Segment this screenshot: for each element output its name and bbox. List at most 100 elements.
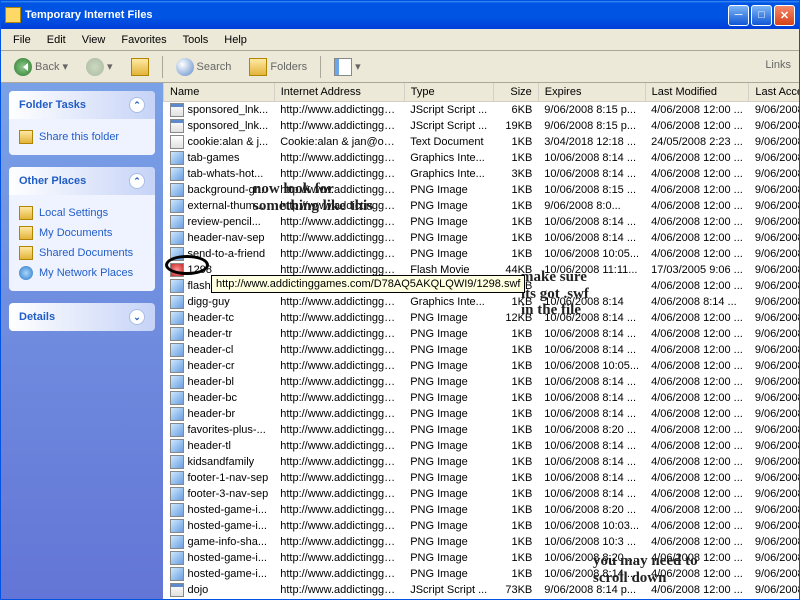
file-icon — [170, 583, 184, 597]
minimize-button[interactable]: ─ — [728, 5, 749, 26]
panel-details: Details⌄ — [9, 303, 155, 331]
column-header[interactable]: Type — [404, 83, 493, 102]
forward-icon — [86, 58, 104, 76]
separator — [162, 56, 163, 78]
file-row[interactable]: header-nav-sephttp://www.addictinggames.… — [164, 230, 800, 246]
back-icon — [14, 58, 32, 76]
file-icon — [170, 375, 184, 389]
file-row[interactable]: footer-1-nav-sephttp://www.addictinggame… — [164, 470, 800, 486]
views-icon — [334, 58, 352, 76]
titlebar[interactable]: Temporary Internet Files ─ □ ✕ — [1, 1, 799, 29]
other-place-link[interactable]: Local Settings — [19, 203, 145, 223]
menu-favorites[interactable]: Favorites — [113, 32, 174, 48]
folders-button[interactable]: Folders — [242, 54, 314, 80]
file-row[interactable]: cookie:alan & j...Cookie:alan & jan@over… — [164, 134, 800, 150]
other-place-link[interactable]: My Documents — [19, 223, 145, 243]
file-row[interactable]: header-tchttp://www.addictinggames.co...… — [164, 310, 800, 326]
file-icon — [170, 391, 184, 405]
panel-other-places: Other Places⌃ Local SettingsMy Documents… — [9, 167, 155, 291]
panel-header[interactable]: Folder Tasks⌃ — [9, 91, 155, 119]
file-row[interactable]: header-bchttp://www.addictinggames.co...… — [164, 390, 800, 406]
column-header[interactable]: Last Modified — [645, 83, 749, 102]
search-button[interactable]: Search — [169, 54, 239, 80]
forward-button[interactable]: ▾ — [79, 54, 120, 80]
file-row[interactable]: hosted-game-i...http://www.addictinggame… — [164, 518, 800, 534]
links-label[interactable]: Links — [765, 59, 791, 71]
file-icon — [170, 311, 184, 325]
menu-view[interactable]: View — [74, 32, 114, 48]
file-icon — [170, 103, 184, 117]
file-icon — [170, 263, 184, 277]
file-icon — [170, 487, 184, 501]
file-row[interactable]: header-blhttp://www.addictinggames.co...… — [164, 374, 800, 390]
file-icon — [170, 199, 184, 213]
file-icon — [170, 231, 184, 245]
toolbar: Back ▾ ▾ Search Folders ▾ Links — [1, 51, 799, 83]
menu-tools[interactable]: Tools — [175, 32, 217, 48]
file-icon — [170, 295, 184, 309]
file-row[interactable]: background-gr...http://www.addictinggame… — [164, 182, 800, 198]
file-row[interactable]: header-crhttp://www.addictinggames.co...… — [164, 358, 800, 374]
file-row[interactable]: tab-whats-hot...http://www.addictinggame… — [164, 166, 800, 182]
chevron-up-icon: ⌃ — [129, 97, 145, 113]
menu-help[interactable]: Help — [216, 32, 255, 48]
file-row[interactable]: dojohttp://www.addictinggames.co...JScri… — [164, 582, 800, 598]
file-row[interactable]: review-pencil...http://www.addictinggame… — [164, 214, 800, 230]
file-row[interactable]: footer-3-nav-sephttp://www.addictinggame… — [164, 486, 800, 502]
panel-header[interactable]: Other Places⌃ — [9, 167, 155, 195]
file-row[interactable]: send-to-a-friendhttp://www.addictinggame… — [164, 246, 800, 262]
file-row[interactable]: favorites-plus-...http://www.addictingga… — [164, 422, 800, 438]
file-row[interactable]: hosted-game-i...http://www.addictinggame… — [164, 566, 800, 582]
close-button[interactable]: ✕ — [774, 5, 795, 26]
column-header[interactable]: Internet Address — [274, 83, 404, 102]
file-icon — [170, 343, 184, 357]
file-icon — [170, 551, 184, 565]
file-list[interactable]: NameInternet AddressTypeSizeExpiresLast … — [163, 83, 799, 599]
views-button[interactable]: ▾ — [327, 54, 368, 80]
file-row[interactable]: header-trhttp://www.addictinggames.co...… — [164, 326, 800, 342]
window-title: Temporary Internet Files — [25, 9, 153, 21]
column-header[interactable]: Expires — [538, 83, 645, 102]
file-row[interactable]: kidsandfamilyhttp://www.addictinggames.c… — [164, 454, 800, 470]
menu-file[interactable]: File — [5, 32, 39, 48]
file-row[interactable]: sponsored_lnk...http://www.addictinggame… — [164, 102, 800, 119]
file-icon — [170, 519, 184, 533]
file-row[interactable]: hosted-game-i...http://www.addictinggame… — [164, 550, 800, 566]
file-icon — [170, 279, 184, 293]
file-row[interactable]: tab-gameshttp://www.addictinggames.co...… — [164, 150, 800, 166]
column-header[interactable]: Name — [164, 83, 275, 102]
separator — [320, 56, 321, 78]
file-icon — [170, 567, 184, 581]
column-header[interactable]: Last Accessed — [749, 83, 799, 102]
share-folder-link[interactable]: Share this folder — [19, 127, 145, 147]
column-header[interactable]: Size — [493, 83, 538, 102]
file-row[interactable]: hosted-game-i...http://www.addictinggame… — [164, 502, 800, 518]
menubar: File Edit View Favorites Tools Help — [1, 29, 799, 51]
file-row[interactable]: header-clhttp://www.addictinggames.co...… — [164, 342, 800, 358]
file-row[interactable]: game-info-sha...http://www.addictinggame… — [164, 534, 800, 550]
place-icon — [19, 246, 33, 260]
folders-icon — [249, 58, 267, 76]
up-button[interactable] — [124, 54, 156, 80]
file-icon — [170, 439, 184, 453]
file-icon — [170, 183, 184, 197]
maximize-button[interactable]: □ — [751, 5, 772, 26]
file-icon — [170, 471, 184, 485]
file-row[interactable]: external-thum...http://www.addictinggame… — [164, 198, 800, 214]
panel-header[interactable]: Details⌄ — [9, 303, 155, 331]
other-place-link[interactable]: My Network Places — [19, 263, 145, 283]
other-place-link[interactable]: Shared Documents — [19, 243, 145, 263]
file-icon — [170, 151, 184, 165]
menu-edit[interactable]: Edit — [39, 32, 74, 48]
panel-folder-tasks: Folder Tasks⌃ Share this folder — [9, 91, 155, 155]
file-row[interactable]: header-brhttp://www.addictinggames.co...… — [164, 406, 800, 422]
file-row[interactable]: sponsored_lnk...http://www.addictinggame… — [164, 118, 800, 134]
file-row[interactable]: digg-guyhttp://www.addictinggames.co...G… — [164, 294, 800, 310]
file-row[interactable]: confighttp://www.addictinggames.co...JSc… — [164, 598, 800, 599]
back-button[interactable]: Back ▾ — [7, 54, 75, 80]
file-icon — [170, 119, 184, 133]
file-row[interactable]: header-tlhttp://www.addictinggames.co...… — [164, 438, 800, 454]
file-icon — [170, 167, 184, 181]
file-icon — [170, 503, 184, 517]
chevron-up-icon: ⌃ — [129, 173, 145, 189]
